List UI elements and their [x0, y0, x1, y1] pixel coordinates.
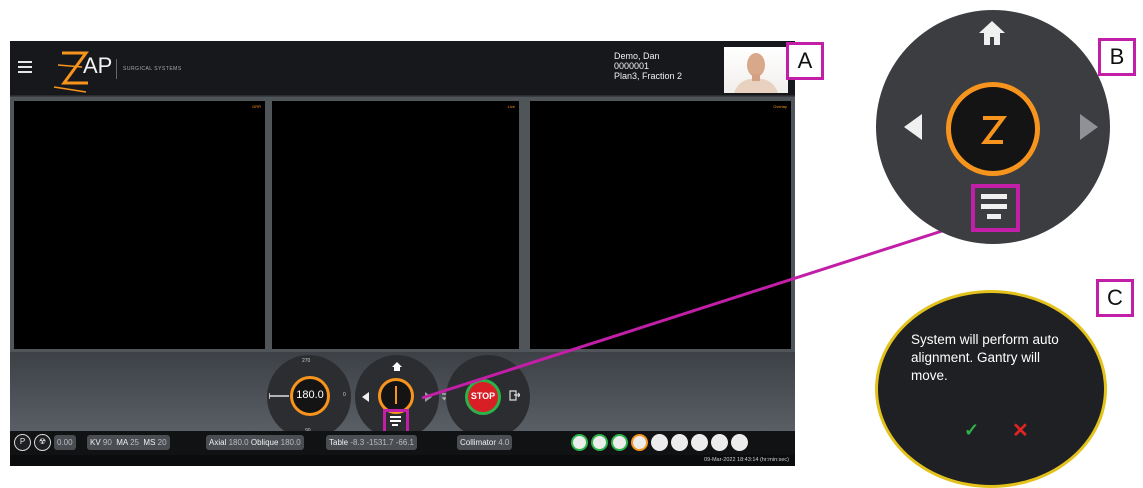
- confirmation-message: System will perform auto alignment. Gant…: [911, 332, 1059, 383]
- confirmation-bubble: [875, 290, 1107, 488]
- label-c: C: [1096, 279, 1134, 317]
- label-a: A: [786, 42, 824, 80]
- confirm-cancel-button[interactable]: ✕: [1012, 418, 1029, 443]
- highlight-box-large: [971, 184, 1020, 232]
- zap-z-icon: [981, 116, 1007, 144]
- home-icon[interactable]: [978, 20, 1006, 46]
- nav-left-arrow-icon[interactable]: [904, 114, 922, 140]
- confirm-ok-button[interactable]: ✓: [964, 420, 979, 441]
- label-b: B: [1098, 38, 1136, 76]
- nav-right-arrow-icon[interactable]: [1080, 114, 1098, 140]
